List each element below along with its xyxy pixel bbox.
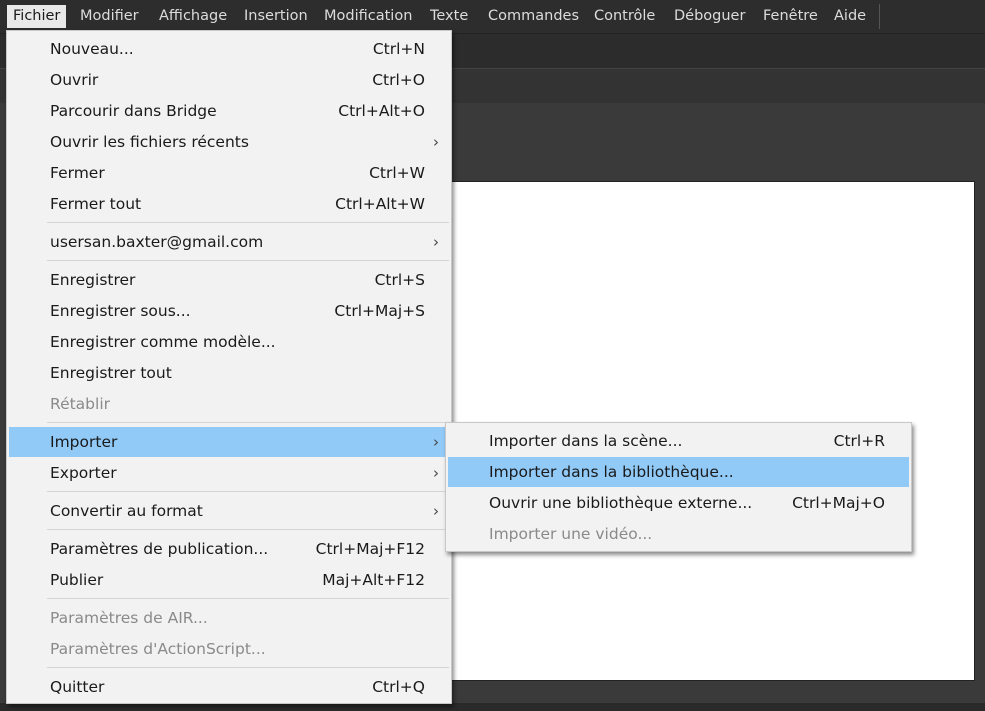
menu-item-parametres-publication[interactable]: Paramètres de publication... Ctrl+Maj+F1… xyxy=(9,534,449,564)
menubar: Fichier Modifier Affichage Insertion Mod… xyxy=(0,0,985,34)
shortcut-label: Ctrl+R xyxy=(833,432,885,450)
menu-item-label: Importer xyxy=(50,433,118,451)
menu-item-label: usersan.baxter@gmail.com xyxy=(50,233,264,251)
menu-item-label: Fermer tout xyxy=(50,195,142,213)
chevron-right-icon: › xyxy=(433,133,439,151)
menu-item-publier[interactable]: Publier Maj+Alt+F12 xyxy=(9,565,449,595)
chevron-right-icon: › xyxy=(433,464,439,482)
menu-item-label: Ouvrir les fichiers récents xyxy=(50,133,249,151)
menu-item-ouvrir[interactable]: Ouvrir Ctrl+O xyxy=(9,65,449,95)
menu-aide[interactable]: Aide xyxy=(828,5,872,28)
menu-item-label: Ouvrir une bibliothèque externe... xyxy=(489,494,753,512)
menu-item-enregistrer-modele[interactable]: Enregistrer comme modèle... xyxy=(9,327,449,357)
menu-separator xyxy=(47,667,449,668)
menu-commandes[interactable]: Commandes xyxy=(482,5,585,28)
menu-item-recents[interactable]: Ouvrir les fichiers récents › xyxy=(9,127,449,157)
menu-item-label: Rétablir xyxy=(50,395,111,413)
shortcut-label: Ctrl+N xyxy=(372,40,425,58)
shortcut-label: Ctrl+Maj+S xyxy=(334,302,425,320)
shortcut-label: Ctrl+Maj+F12 xyxy=(315,540,425,558)
chevron-right-icon: › xyxy=(433,502,439,520)
menu-item-label: Paramètres d'ActionScript... xyxy=(50,640,266,658)
menu-insertion[interactable]: Insertion xyxy=(238,5,314,28)
menu-item-label: Enregistrer sous... xyxy=(50,302,191,320)
menu-item-label: Convertir au format xyxy=(50,502,203,520)
menu-modifier[interactable]: Modifier xyxy=(74,5,145,28)
menu-separator xyxy=(47,222,449,223)
menu-separator xyxy=(47,491,449,492)
chevron-right-icon: › xyxy=(433,433,439,451)
menu-item-convertir[interactable]: Convertir au format › xyxy=(9,496,449,526)
menu-item-ouvrir-bibliotheque-externe[interactable]: Ouvrir une bibliothèque externe... Ctrl+… xyxy=(448,488,909,518)
shortcut-label: Ctrl+Alt+W xyxy=(335,195,425,213)
menu-item-label: Importer une vidéo... xyxy=(489,525,653,543)
menu-item-label: Exporter xyxy=(50,464,117,482)
menu-item-label: Publier xyxy=(50,571,104,589)
shortcut-label: Ctrl+O xyxy=(372,71,425,89)
menu-item-retablir: Rétablir xyxy=(9,389,449,419)
menu-separator xyxy=(47,598,449,599)
menu-affichage[interactable]: Affichage xyxy=(153,5,233,28)
menu-item-nouveau[interactable]: Nouveau... Ctrl+N xyxy=(9,34,449,64)
menu-item-label: Paramètres de publication... xyxy=(50,540,269,558)
menu-item-bridge[interactable]: Parcourir dans Bridge Ctrl+Alt+O xyxy=(9,96,449,126)
menu-item-fermer[interactable]: Fermer Ctrl+W xyxy=(9,158,449,188)
menu-modification[interactable]: Modification xyxy=(318,5,418,28)
menu-item-importer-video: Importer une vidéo... xyxy=(448,519,909,549)
menu-texte[interactable]: Texte xyxy=(424,5,474,28)
menu-fichier[interactable]: Fichier xyxy=(7,5,67,28)
menu-controle[interactable]: Contrôle xyxy=(588,5,661,28)
menu-item-parametres-air: Paramètres de AIR... xyxy=(9,603,449,633)
menu-item-enregistrer-sous[interactable]: Enregistrer sous... Ctrl+Maj+S xyxy=(9,296,449,326)
menu-item-enregistrer[interactable]: Enregistrer Ctrl+S xyxy=(9,265,449,295)
menu-item-enregistrer-tout[interactable]: Enregistrer tout xyxy=(9,358,449,388)
menu-item-label: Paramètres de AIR... xyxy=(50,609,208,627)
import-submenu: Importer dans la scène... Ctrl+R Importe… xyxy=(445,422,912,552)
menu-item-exporter[interactable]: Exporter › xyxy=(9,458,449,488)
menu-item-quitter[interactable]: Quitter Ctrl+Q xyxy=(9,672,449,702)
shortcut-label: Ctrl+S xyxy=(374,271,425,289)
shortcut-label: Ctrl+Q xyxy=(372,678,425,696)
menu-fenetre[interactable]: Fenêtre xyxy=(757,5,824,28)
menu-item-label: Ouvrir xyxy=(50,71,99,89)
shortcut-label: Ctrl+Maj+O xyxy=(792,494,885,512)
menu-separator xyxy=(47,260,449,261)
chevron-right-icon: › xyxy=(433,233,439,251)
shortcut-label: Ctrl+W xyxy=(369,164,425,182)
menu-item-label: Enregistrer tout xyxy=(50,364,172,382)
menu-item-importer[interactable]: Importer › xyxy=(9,427,449,457)
file-menu: Nouveau... Ctrl+N Ouvrir Ctrl+O Parcouri… xyxy=(6,30,452,704)
menu-item-label: Enregistrer xyxy=(50,271,136,289)
menu-item-label: Importer dans la scène... xyxy=(489,432,683,450)
menu-item-label: Quitter xyxy=(50,678,105,696)
menu-item-parametres-actionscript: Paramètres d'ActionScript... xyxy=(9,634,449,664)
shortcut-label: Ctrl+Alt+O xyxy=(338,102,425,120)
menubar-divider xyxy=(879,4,880,29)
menu-item-importer-scene[interactable]: Importer dans la scène... Ctrl+R xyxy=(448,426,909,456)
menu-item-label: Nouveau... xyxy=(50,40,134,58)
menu-separator xyxy=(47,529,449,530)
menu-item-label: Parcourir dans Bridge xyxy=(50,102,217,120)
menu-deboguer[interactable]: Déboguer xyxy=(668,5,751,28)
menu-item-importer-bibliotheque[interactable]: Importer dans la bibliothèque... xyxy=(448,457,909,487)
menu-item-label: Fermer xyxy=(50,164,105,182)
status-strip xyxy=(0,703,985,711)
menu-item-fermer-tout[interactable]: Fermer tout Ctrl+Alt+W xyxy=(9,189,449,219)
menu-item-account[interactable]: usersan.baxter@gmail.com › xyxy=(9,227,449,257)
shortcut-label: Maj+Alt+F12 xyxy=(322,571,425,589)
menu-item-label: Importer dans la bibliothèque... xyxy=(489,463,734,481)
menu-item-label: Enregistrer comme modèle... xyxy=(50,333,276,351)
menu-separator xyxy=(47,422,449,423)
